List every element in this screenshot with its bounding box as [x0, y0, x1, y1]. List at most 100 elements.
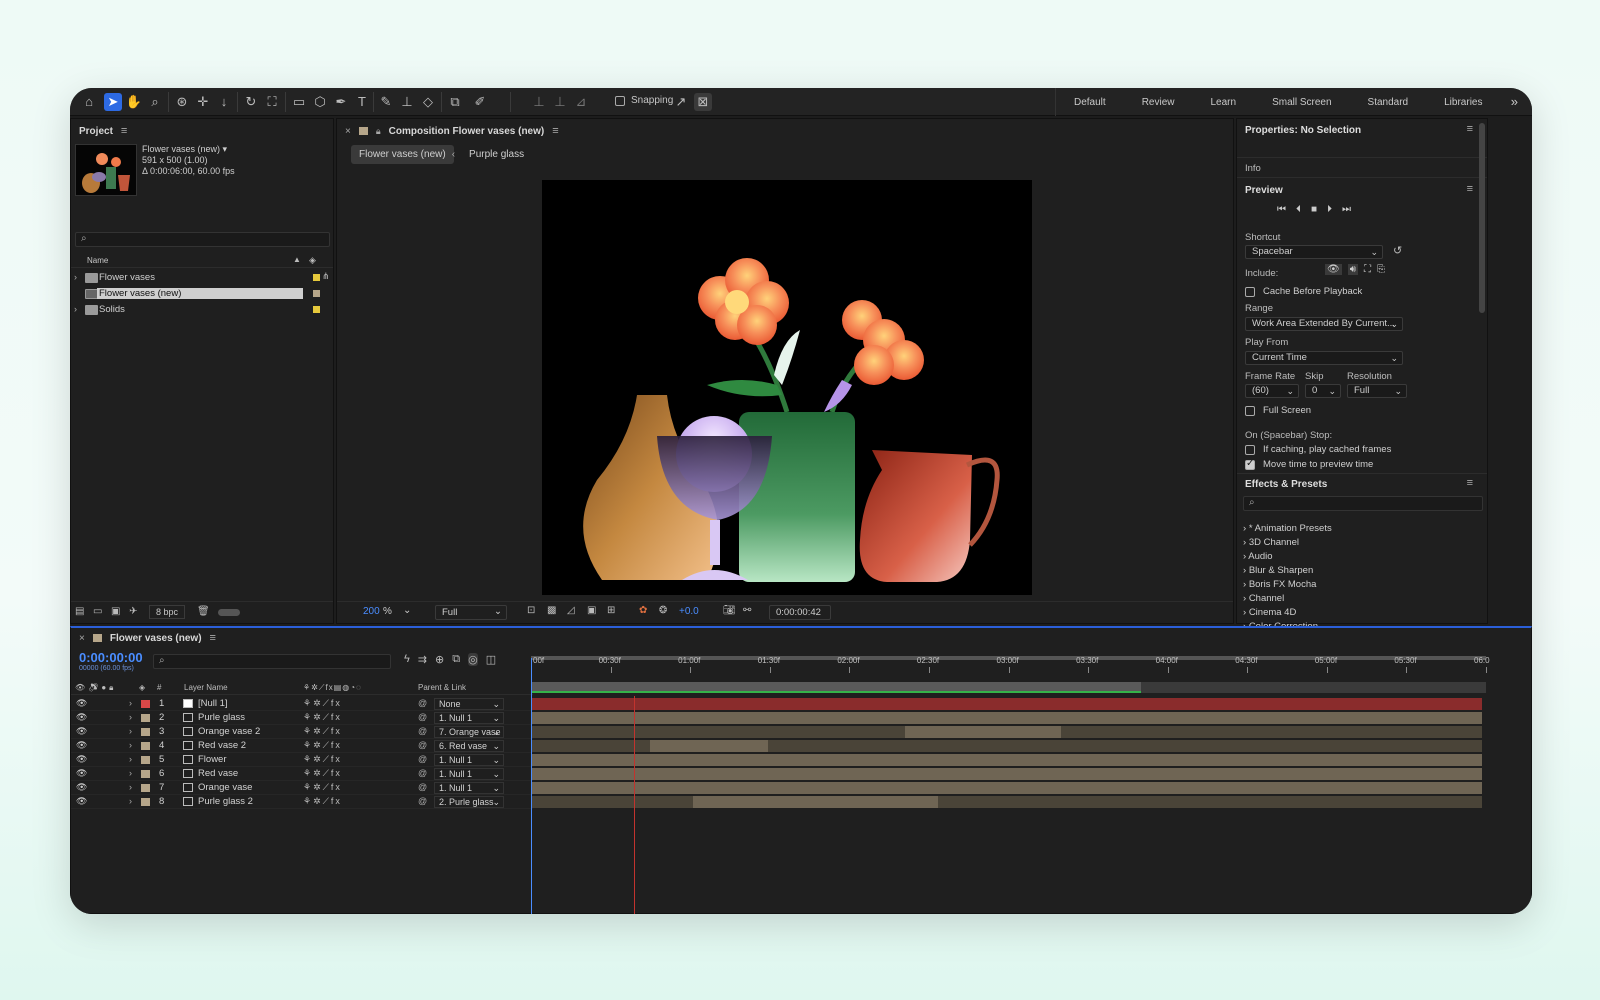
chevron-right-icon[interactable]: ›	[129, 698, 132, 708]
stop-icon[interactable]: ■	[1311, 204, 1317, 215]
transparency-grid-icon[interactable]: ▩	[547, 605, 556, 616]
label-tag-icon[interactable]: ◈	[309, 255, 316, 266]
label-color-swatch[interactable]	[141, 700, 150, 708]
zoom-dropdown-icon[interactable]: ⌄	[403, 605, 411, 616]
label-color-swatch[interactable]	[141, 728, 150, 736]
layer-row[interactable]: 👁︎ › 1 [Null 1] ⚘✲⟋fx @ None ⌄	[71, 697, 533, 711]
move-time-checkbox[interactable]	[1245, 458, 1255, 470]
preview-resolution-dropdown[interactable]: Full ⌄	[1347, 384, 1407, 398]
workspace-small-screen[interactable]: Small Screen	[1254, 97, 1349, 108]
layer-highlight-segment[interactable]	[693, 796, 939, 808]
include-overlays-icon[interactable]: ⛶	[1364, 264, 1371, 275]
pick-whip-icon[interactable]: @	[418, 726, 427, 736]
comp-name[interactable]: Flower vases (new) ▾	[142, 144, 235, 155]
close-tab-icon[interactable]: ×	[79, 633, 85, 644]
effects-search-input[interactable]: ⌕	[1243, 496, 1483, 511]
frame-blending-icon[interactable]: ⧉	[452, 653, 460, 666]
layer-row[interactable]: 👁︎ › 7 Orange vase ⚘✲⟋fx @1. Null 1 ⌄	[71, 781, 533, 795]
project-item[interactable]: › Solids	[71, 302, 333, 318]
layer-switches[interactable]: ⚘✲⟋fx	[303, 782, 342, 793]
zoom-value[interactable]: 200	[363, 606, 380, 617]
eye-icon[interactable]: 👁︎	[76, 782, 87, 793]
properties-scrollbar[interactable]	[1479, 123, 1485, 313]
time-ruler[interactable]: 00f 00:30f 01:00f 01:30f 02:00f 02:30f 03:00f 0…	[531, 654, 1532, 682]
parent-dropdown[interactable]: 2. Purle glass ⌄	[434, 796, 504, 808]
name-column-header[interactable]: Name	[87, 256, 108, 265]
parent-dropdown[interactable]: 7. Orange vase ⌄	[434, 726, 504, 738]
panel-menu-icon[interactable]: ≡	[121, 125, 127, 137]
layer-name[interactable]: Purle glass	[198, 712, 245, 723]
region-of-interest-icon[interactable]: ⊡	[527, 605, 535, 616]
layer-switches[interactable]: ⚘✲⟋fx	[303, 726, 342, 737]
thumbnail-slider[interactable]	[218, 609, 240, 616]
parent-dropdown[interactable]: 1. Null 1 ⌄	[434, 768, 504, 780]
draft-3d-icon[interactable]: ⊕	[435, 653, 444, 666]
new-folder-icon[interactable]: ▭	[93, 606, 102, 617]
panel-menu-icon[interactable]: ≡	[1467, 123, 1473, 135]
shortcut-dropdown[interactable]: Spacebar ⌄	[1245, 245, 1383, 259]
layer-switches[interactable]: ⚘✲⟋fx	[303, 768, 342, 779]
parent-dropdown[interactable]: 1. Null 1 ⌄	[434, 754, 504, 766]
composition-viewer[interactable]	[542, 180, 1032, 595]
crumb-purple-glass[interactable]: Purple glass	[461, 145, 532, 164]
pick-whip-icon[interactable]: @	[418, 740, 427, 750]
workspace-libraries[interactable]: Libraries	[1426, 97, 1500, 108]
timeline-tab-title[interactable]: Flower vases (new)	[110, 633, 202, 644]
pick-whip-icon[interactable]: @	[418, 754, 427, 764]
pan-camera-icon[interactable]: ✛	[194, 93, 212, 111]
axis-view-icon[interactable]: ⊿	[572, 93, 590, 111]
puppet-pin-tool-icon[interactable]: ✐	[471, 93, 489, 111]
crumb-flower-vases-new[interactable]: Flower vases (new)	[351, 145, 454, 164]
snap-grid-icon[interactable]: ⊠	[694, 93, 712, 111]
parent-dropdown[interactable]: 1. Null 1 ⌄	[434, 712, 504, 724]
close-tab-icon[interactable]: ×	[345, 126, 351, 137]
anchor-point-tool-icon[interactable]: ⛶	[263, 93, 281, 111]
playhead[interactable]	[531, 658, 532, 914]
cached-frames-checkbox[interactable]	[1245, 444, 1255, 455]
interpret-footage-icon[interactable]: ▤	[75, 606, 84, 617]
layer-name[interactable]: Flower	[198, 754, 227, 765]
layer-name[interactable]: Red vase	[198, 768, 238, 779]
eraser-tool-icon[interactable]: ◇	[419, 93, 437, 111]
timeline-search-input[interactable]: ⌕	[153, 654, 391, 669]
layer-duration-bar[interactable]	[531, 754, 1482, 766]
layer-duration-bar[interactable]	[531, 782, 1482, 794]
workspace-default[interactable]: Default	[1056, 97, 1124, 108]
panel-menu-icon[interactable]: ≡	[552, 125, 558, 137]
comp-flowchart-icon[interactable]: ⇉	[418, 653, 427, 666]
panel-menu-icon[interactable]: ≡	[1467, 183, 1473, 195]
label-color-swatch[interactable]	[313, 306, 320, 313]
composition-tab-title[interactable]: Composition Flower vases (new)	[389, 126, 545, 137]
layer-highlight-segment[interactable]	[650, 740, 769, 752]
flowchart-icon[interactable]: ⋔	[322, 271, 330, 282]
reset-icon[interactable]: ↺	[1393, 244, 1402, 257]
eye-icon[interactable]: 👁︎	[76, 796, 87, 807]
skip-dropdown[interactable]: 0 ⌄	[1305, 384, 1341, 398]
snapping-toggle[interactable]: Snapping	[615, 95, 673, 106]
layer-name[interactable]: Purle glass 2	[198, 796, 253, 807]
chevron-right-icon[interactable]: ›	[129, 712, 132, 722]
chevron-left-icon[interactable]: ‹	[452, 149, 455, 160]
info-panel-tab[interactable]: Info	[1245, 163, 1261, 174]
pick-whip-icon[interactable]: @	[418, 768, 427, 778]
layer-switches[interactable]: ⚘✲⟋fx	[303, 754, 342, 765]
label-color-swatch[interactable]	[141, 770, 150, 778]
full-screen-checkbox[interactable]	[1245, 405, 1255, 416]
cached-frames-option[interactable]: If caching, play cached frames	[1245, 444, 1391, 455]
panel-menu-icon[interactable]: ≡	[1467, 477, 1473, 489]
snapping-checkbox[interactable]	[615, 95, 625, 106]
layer-name[interactable]: [Null 1]	[198, 698, 228, 709]
snap-options-icon[interactable]: ↗	[672, 93, 690, 111]
pick-whip-icon[interactable]: @	[418, 782, 427, 792]
workspace-learn[interactable]: Learn	[1192, 97, 1254, 108]
eye-icon[interactable]: 👁︎	[76, 768, 87, 779]
label-color-swatch[interactable]	[141, 742, 150, 750]
type-tool-icon[interactable]: T	[353, 93, 371, 111]
layer-row[interactable]: 👁︎ › 8 Purle glass 2 ⚘✲⟋fx @2. Purle glass ⌄	[71, 795, 533, 809]
pick-whip-icon[interactable]: @	[418, 796, 427, 806]
safe-margins-icon[interactable]: ⊞	[607, 605, 615, 616]
lock-icon[interactable]: 🔒︎	[376, 126, 381, 137]
project-item[interactable]: Flower vases (new)	[71, 286, 333, 302]
zoom-tool-icon[interactable]: ⌕	[146, 93, 164, 111]
panel-menu-icon[interactable]: ≡	[210, 632, 216, 644]
